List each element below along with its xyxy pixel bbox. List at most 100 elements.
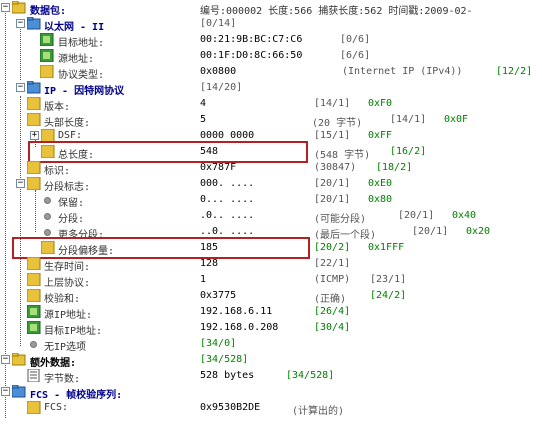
field-icon: [27, 177, 41, 190]
field-value: 000. ....: [200, 178, 255, 189]
field-label: 分段:: [58, 214, 85, 225]
folder-icon: [12, 353, 26, 366]
field-value: 4: [200, 98, 207, 109]
field-icon: [27, 401, 41, 414]
bullet-icon: [44, 213, 51, 220]
tree-row-field[interactable]: 字节数: 528 bytes [34/528]: [0, 368, 542, 385]
tree-row-field[interactable]: 源IP地址: 192.168.6.11 [26/4]: [0, 304, 542, 321]
field-value: ..0. ....: [200, 226, 255, 237]
extra-label: 额外数据:: [30, 358, 77, 369]
collapse-toggle[interactable]: −: [1, 3, 10, 12]
tree-row-ip[interactable]: − IP - 因特网协议 [14/20]: [0, 80, 542, 97]
field-offset: [18/2]: [376, 162, 413, 173]
tree-row-field[interactable]: 生存时间: 128 [22/1]: [0, 256, 542, 273]
packet-label: 数据包:: [30, 6, 67, 17]
field-value: 0000 0000: [200, 130, 255, 141]
field-offset: [0/6]: [340, 34, 371, 45]
field-label: 字节数:: [44, 374, 81, 385]
field-offset: [30/4]: [314, 322, 351, 333]
field-info: (Internet IP (IPv4)): [342, 66, 463, 77]
tree-row-field[interactable]: 校验和: 0x3775 (正确) [24/2]: [0, 288, 542, 305]
field-offset: [20/1]: [314, 194, 351, 205]
field-value: .0.. ....: [200, 210, 255, 221]
field-label: 保留:: [58, 198, 85, 209]
packet-folder-icon: [12, 1, 26, 14]
collapse-toggle[interactable]: −: [1, 355, 10, 364]
field-offset: [12/2]: [496, 66, 533, 77]
folder-icon: [12, 385, 26, 398]
tree-row-field[interactable]: 版本: 4 [14/1] 0xF0: [0, 96, 542, 113]
ethernet-offset: [0/14]: [200, 18, 237, 29]
field-value: 528 bytes: [200, 370, 255, 381]
field-value: 00:1F:D0:8C:66:50: [200, 50, 303, 61]
field-value: 0x787F: [200, 162, 237, 173]
field-offset: [20/2]: [314, 242, 351, 253]
field-label: 上层协议:: [44, 278, 91, 289]
field-label: 标识:: [44, 166, 71, 177]
tree-row-packet[interactable]: − 数据包: 编号:000002 长度:566 捕获长度:562 时间戳:200…: [0, 0, 542, 17]
field-offset: [16/2]: [390, 146, 427, 157]
field-value: 5: [200, 114, 207, 125]
document-icon: [27, 369, 40, 382]
field-offset: [14/1]: [314, 98, 351, 109]
field-offset: [20/1]: [412, 226, 449, 237]
collapse-toggle[interactable]: −: [16, 179, 25, 188]
field-value: 0x9530B2DE: [200, 402, 261, 413]
tree-row-field[interactable]: 标识: 0x787F (30847) [18/2]: [0, 160, 542, 177]
tree-row-flag-df[interactable]: 分段: .0.. .... (可能分段) [20/1] 0x40: [0, 208, 542, 225]
field-value: 128: [200, 258, 219, 269]
expand-toggle[interactable]: +: [30, 131, 39, 140]
bullet-icon: [30, 341, 37, 348]
field-offset: [15/1]: [314, 130, 351, 141]
collapse-toggle[interactable]: −: [16, 83, 25, 92]
tree-row-field[interactable]: 头部长度: 5 (20 字节) [14/1] 0x0F: [0, 112, 542, 129]
field-icon: [40, 65, 54, 78]
field-offset: [6/6]: [340, 50, 371, 61]
field-label: 源地址:: [58, 54, 95, 65]
field-label: 无IP选项: [44, 342, 87, 353]
tree-row-flag-reserved[interactable]: 保留: 0... .... [20/1] 0x80: [0, 192, 542, 209]
tree-row-field[interactable]: 无IP选项 [34/0]: [0, 336, 542, 353]
tree-row-fcs[interactable]: − FCS - 帧校验序列:: [0, 384, 542, 401]
field-mask: 0x40: [452, 210, 477, 221]
field-mask: 0x80: [368, 194, 393, 205]
bullet-icon: [44, 229, 51, 236]
field-info: (正确): [314, 294, 347, 305]
tree-row-field[interactable]: 协议类型: 0x0800 (Internet IP (IPv4)) [12/2]: [0, 64, 542, 81]
field-icon: [27, 97, 41, 110]
field-icon: [27, 161, 41, 174]
field-offset: [24/2]: [370, 290, 407, 301]
tree-row-field[interactable]: 源地址: 00:1F:D0:8C:66:50 [6/6]: [0, 48, 542, 65]
collapse-toggle[interactable]: −: [16, 19, 25, 28]
tree-row-field[interactable]: 目标IP地址: 192.168.0.208 [30/4]: [0, 320, 542, 337]
protocol-icon: [27, 81, 41, 94]
field-icon: [27, 257, 41, 270]
field-label: 目标地址:: [58, 38, 105, 49]
ip-offset: [14/20]: [200, 82, 243, 93]
collapse-toggle[interactable]: −: [1, 387, 10, 396]
field-mask: 0xE0: [368, 178, 393, 189]
field-info: (计算出的): [292, 406, 345, 417]
field-value: 0... ....: [200, 194, 255, 205]
field-offset: [14/1]: [390, 114, 427, 125]
field-label: 源IP地址:: [44, 310, 93, 321]
field-icon: [27, 289, 41, 302]
field-label: 协议类型:: [58, 70, 105, 81]
tree-row-field[interactable]: 目标地址: 00:21:9B:BC:C7:C6 [0/6]: [0, 32, 542, 49]
tree-row-flags[interactable]: − 分段标志: 000. .... [20/1] 0xE0: [0, 176, 542, 193]
tree-row-field[interactable]: FCS: 0x9530B2DE (计算出的): [0, 400, 542, 417]
field-info: (30847): [314, 162, 357, 173]
field-value: 00:21:9B:BC:C7:C6: [200, 34, 303, 45]
tree-row-ethernet[interactable]: − 以太网 - II [0/14]: [0, 16, 542, 33]
tree-row-extra[interactable]: − 额外数据: [34/528]: [0, 352, 542, 369]
field-info: (最后一个段): [314, 230, 377, 241]
extra-offset: [34/528]: [200, 354, 249, 365]
bullet-icon: [44, 197, 51, 204]
field-label: FCS:: [44, 402, 69, 413]
tree-row-field[interactable]: 上层协议: 1 (ICMP) [23/1]: [0, 272, 542, 289]
field-mask: 0x20: [466, 226, 491, 237]
field-icon: [27, 273, 41, 286]
protocol-icon: [27, 17, 41, 30]
field-offset: [34/0]: [200, 338, 237, 349]
ethernet-label: 以太网 - II: [44, 22, 105, 33]
